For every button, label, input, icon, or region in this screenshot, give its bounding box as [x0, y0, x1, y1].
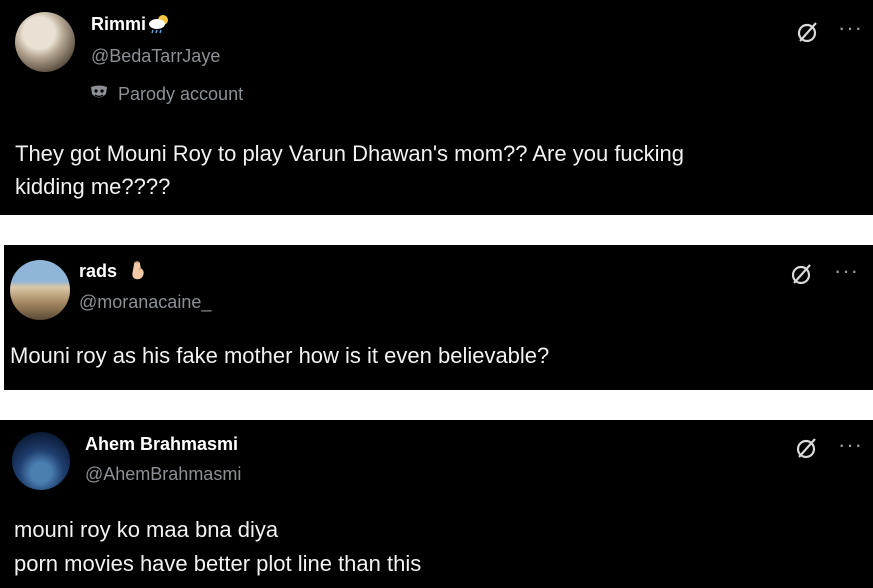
more-options-icon[interactable]: ··· — [834, 260, 859, 282]
post-card[interactable]: rads @moranacaine_ Mouni roy as his fake… — [4, 245, 873, 390]
avatar[interactable] — [12, 432, 70, 490]
user-handle[interactable]: @moranacaine_ — [79, 292, 211, 313]
cloud-with-rain-icon — [149, 15, 168, 34]
pinched-fingers-hand-icon — [132, 261, 144, 280]
user-handle[interactable]: @AhemBrahmasmi — [85, 464, 241, 485]
more-options-icon[interactable]: ··· — [838, 434, 863, 456]
display-name[interactable]: Rimmi — [91, 14, 146, 35]
grok-icon[interactable] — [796, 20, 820, 44]
user-handle[interactable]: @BedaTarrJaye — [91, 46, 220, 67]
post-text-line: porn movies have better plot line than t… — [14, 551, 422, 576]
grok-icon[interactable] — [790, 262, 814, 286]
post-text-line: mouni roy ko maa bna diya — [14, 517, 279, 542]
post-text-line: kidding me???? — [15, 174, 171, 199]
post-text-line: They got Mouni Roy to play Varun Dhawan'… — [15, 141, 685, 166]
parody-mask-icon — [91, 85, 107, 98]
display-name[interactable]: rads — [79, 261, 117, 282]
post-card[interactable]: Ahem Brahmasmi @AhemBrahmasmi mouni roy … — [0, 420, 873, 588]
parody-label: Parody account — [118, 84, 244, 104]
more-options-icon[interactable]: ··· — [838, 17, 863, 39]
avatar[interactable] — [15, 12, 75, 72]
grok-icon[interactable] — [795, 436, 819, 460]
display-name[interactable]: Ahem Brahmasmi — [85, 434, 238, 455]
post-card[interactable]: Rimmi @BedaTarrJaye Parody account They … — [0, 0, 873, 215]
post-text-line: Mouni roy as his fake mother how is it e… — [10, 343, 550, 368]
avatar[interactable] — [10, 260, 70, 320]
